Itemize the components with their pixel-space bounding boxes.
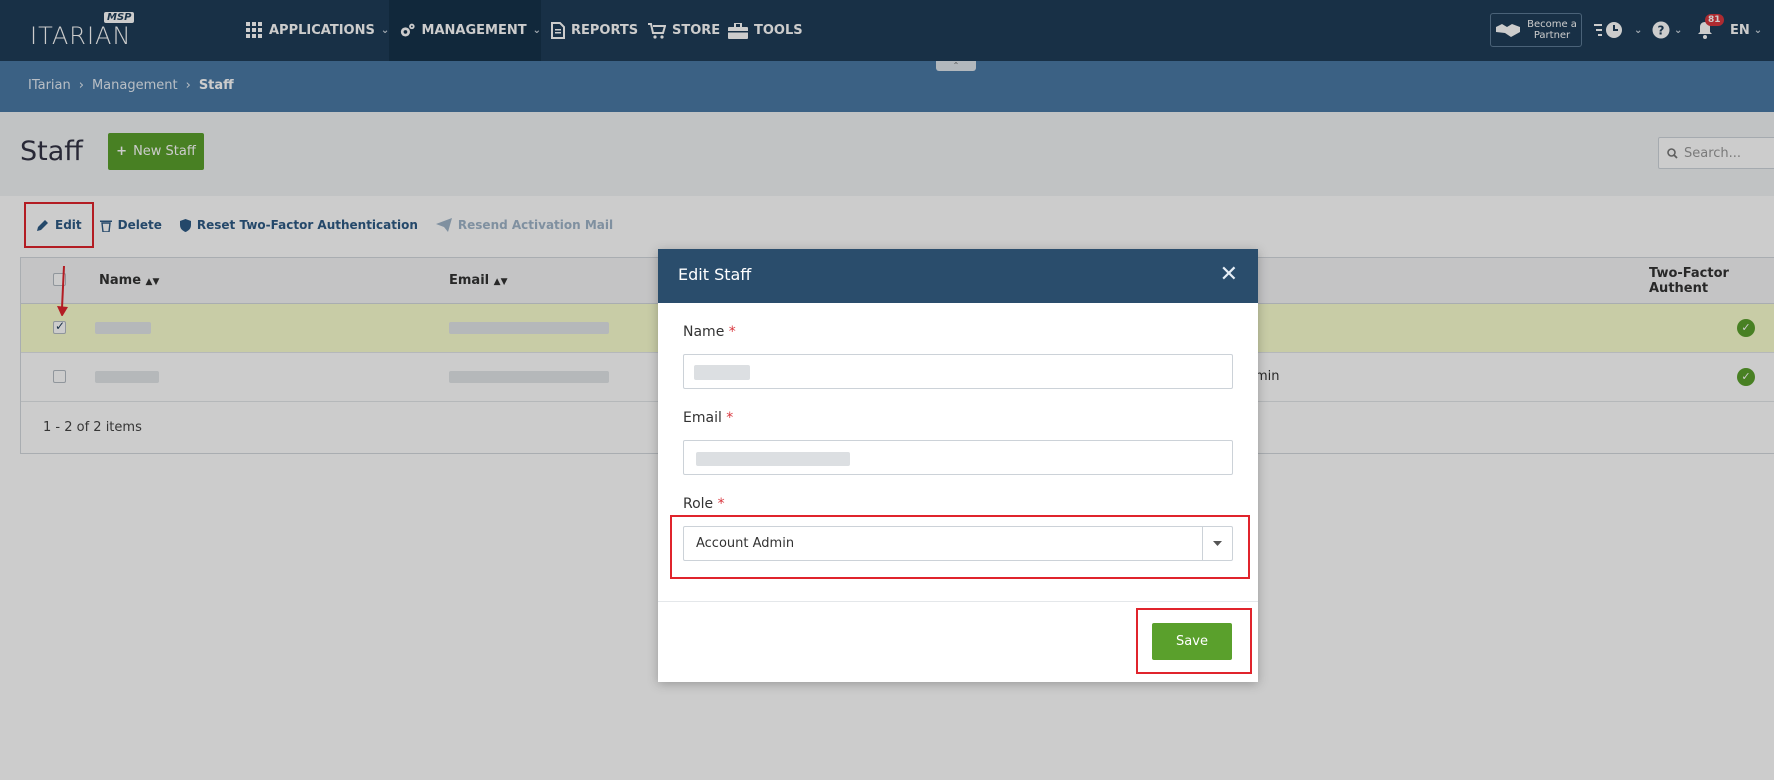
name-field[interactable] xyxy=(683,354,1233,389)
email-field[interactable] xyxy=(683,440,1233,475)
required-marker: * xyxy=(717,496,725,512)
dialog-header: Edit Staff ✕ xyxy=(658,249,1258,303)
role-label: Role * xyxy=(683,496,725,512)
redacted-name-value xyxy=(694,365,750,380)
dialog-title: Edit Staff xyxy=(678,265,752,284)
edit-staff-dialog: Edit Staff ✕ Name * Email * Role * Accou… xyxy=(658,249,1258,682)
redacted-email-value xyxy=(696,452,850,466)
save-highlight-box xyxy=(1136,608,1252,674)
close-icon[interactable]: ✕ xyxy=(1220,264,1238,286)
required-marker: * xyxy=(726,410,734,426)
email-label: Email * xyxy=(683,410,734,426)
role-highlight-box xyxy=(670,515,1250,579)
required-marker: * xyxy=(728,324,736,340)
dialog-footer-divider xyxy=(658,601,1258,602)
name-label: Name * xyxy=(683,324,736,340)
